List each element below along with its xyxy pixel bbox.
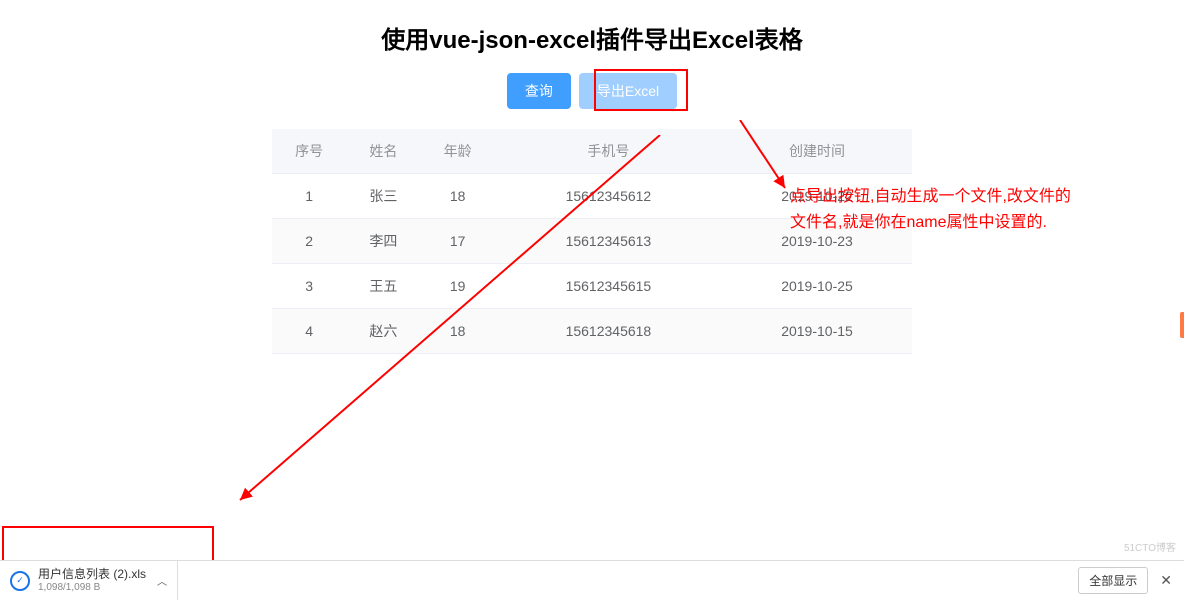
- edge-strip: [1180, 312, 1184, 338]
- col-index: 序号: [272, 129, 346, 174]
- file-info: 用户信息列表 (2).xls 1,098/1,098 B: [38, 567, 151, 593]
- cell-age: 18: [421, 174, 495, 219]
- annotation-line2: 文件名,就是你在name属性中设置的.: [790, 210, 1071, 236]
- cell-name: 赵六: [346, 309, 420, 354]
- annotation-line1: 点导出按钮,自动生成一个文件,改文件的: [790, 184, 1071, 210]
- close-icon[interactable]: ✕: [1160, 572, 1172, 589]
- col-age: 年龄: [421, 129, 495, 174]
- col-phone: 手机号: [495, 129, 722, 174]
- page-title: 使用vue-json-excel插件导出Excel表格: [0, 20, 1184, 55]
- table-header-row: 序号 姓名 年龄 手机号 创建时间: [272, 129, 912, 174]
- download-bar: ✓ 用户信息列表 (2).xls 1,098/1,098 B ︿ 全部显示 ✕: [0, 560, 1184, 600]
- download-item[interactable]: ✓ 用户信息列表 (2).xls 1,098/1,098 B ︿: [0, 561, 178, 600]
- cell-age: 19: [421, 264, 495, 309]
- cell-index: 2: [272, 219, 346, 264]
- chevron-up-icon[interactable]: ︿: [157, 573, 167, 588]
- table-row: 4 赵六 18 15612345618 2019-10-15: [272, 309, 912, 354]
- button-row: 查询 导出Excel: [0, 73, 1184, 109]
- file-size: 1,098/1,098 B: [38, 582, 151, 594]
- cell-phone: 15612345613: [495, 219, 722, 264]
- watermark: 51CTO博客: [1124, 539, 1176, 554]
- query-button[interactable]: 查询: [507, 73, 571, 109]
- cell-phone: 15612345612: [495, 174, 722, 219]
- cell-name: 王五: [346, 264, 420, 309]
- cell-phone: 15612345615: [495, 264, 722, 309]
- download-bar-right: 全部显示 ✕: [1078, 567, 1184, 594]
- col-created: 创建时间: [722, 129, 912, 174]
- cell-created: 2019-10-25: [722, 264, 912, 309]
- cell-phone: 15612345618: [495, 309, 722, 354]
- cell-age: 17: [421, 219, 495, 264]
- cell-index: 4: [272, 309, 346, 354]
- cell-created: 2019-10-15: [722, 309, 912, 354]
- col-name: 姓名: [346, 129, 420, 174]
- file-icon: ✓: [10, 571, 30, 591]
- export-excel-button[interactable]: 导出Excel: [579, 73, 677, 109]
- show-all-button[interactable]: 全部显示: [1078, 567, 1148, 594]
- cell-index: 1: [272, 174, 346, 219]
- cell-age: 18: [421, 309, 495, 354]
- cell-name: 李四: [346, 219, 420, 264]
- cell-name: 张三: [346, 174, 420, 219]
- data-table: 序号 姓名 年龄 手机号 创建时间 1 张三 18 15612345612 20…: [272, 129, 912, 354]
- annotation-text: 点导出按钮,自动生成一个文件,改文件的 文件名,就是你在name属性中设置的.: [790, 184, 1071, 235]
- table-row: 3 王五 19 15612345615 2019-10-25: [272, 264, 912, 309]
- cell-index: 3: [272, 264, 346, 309]
